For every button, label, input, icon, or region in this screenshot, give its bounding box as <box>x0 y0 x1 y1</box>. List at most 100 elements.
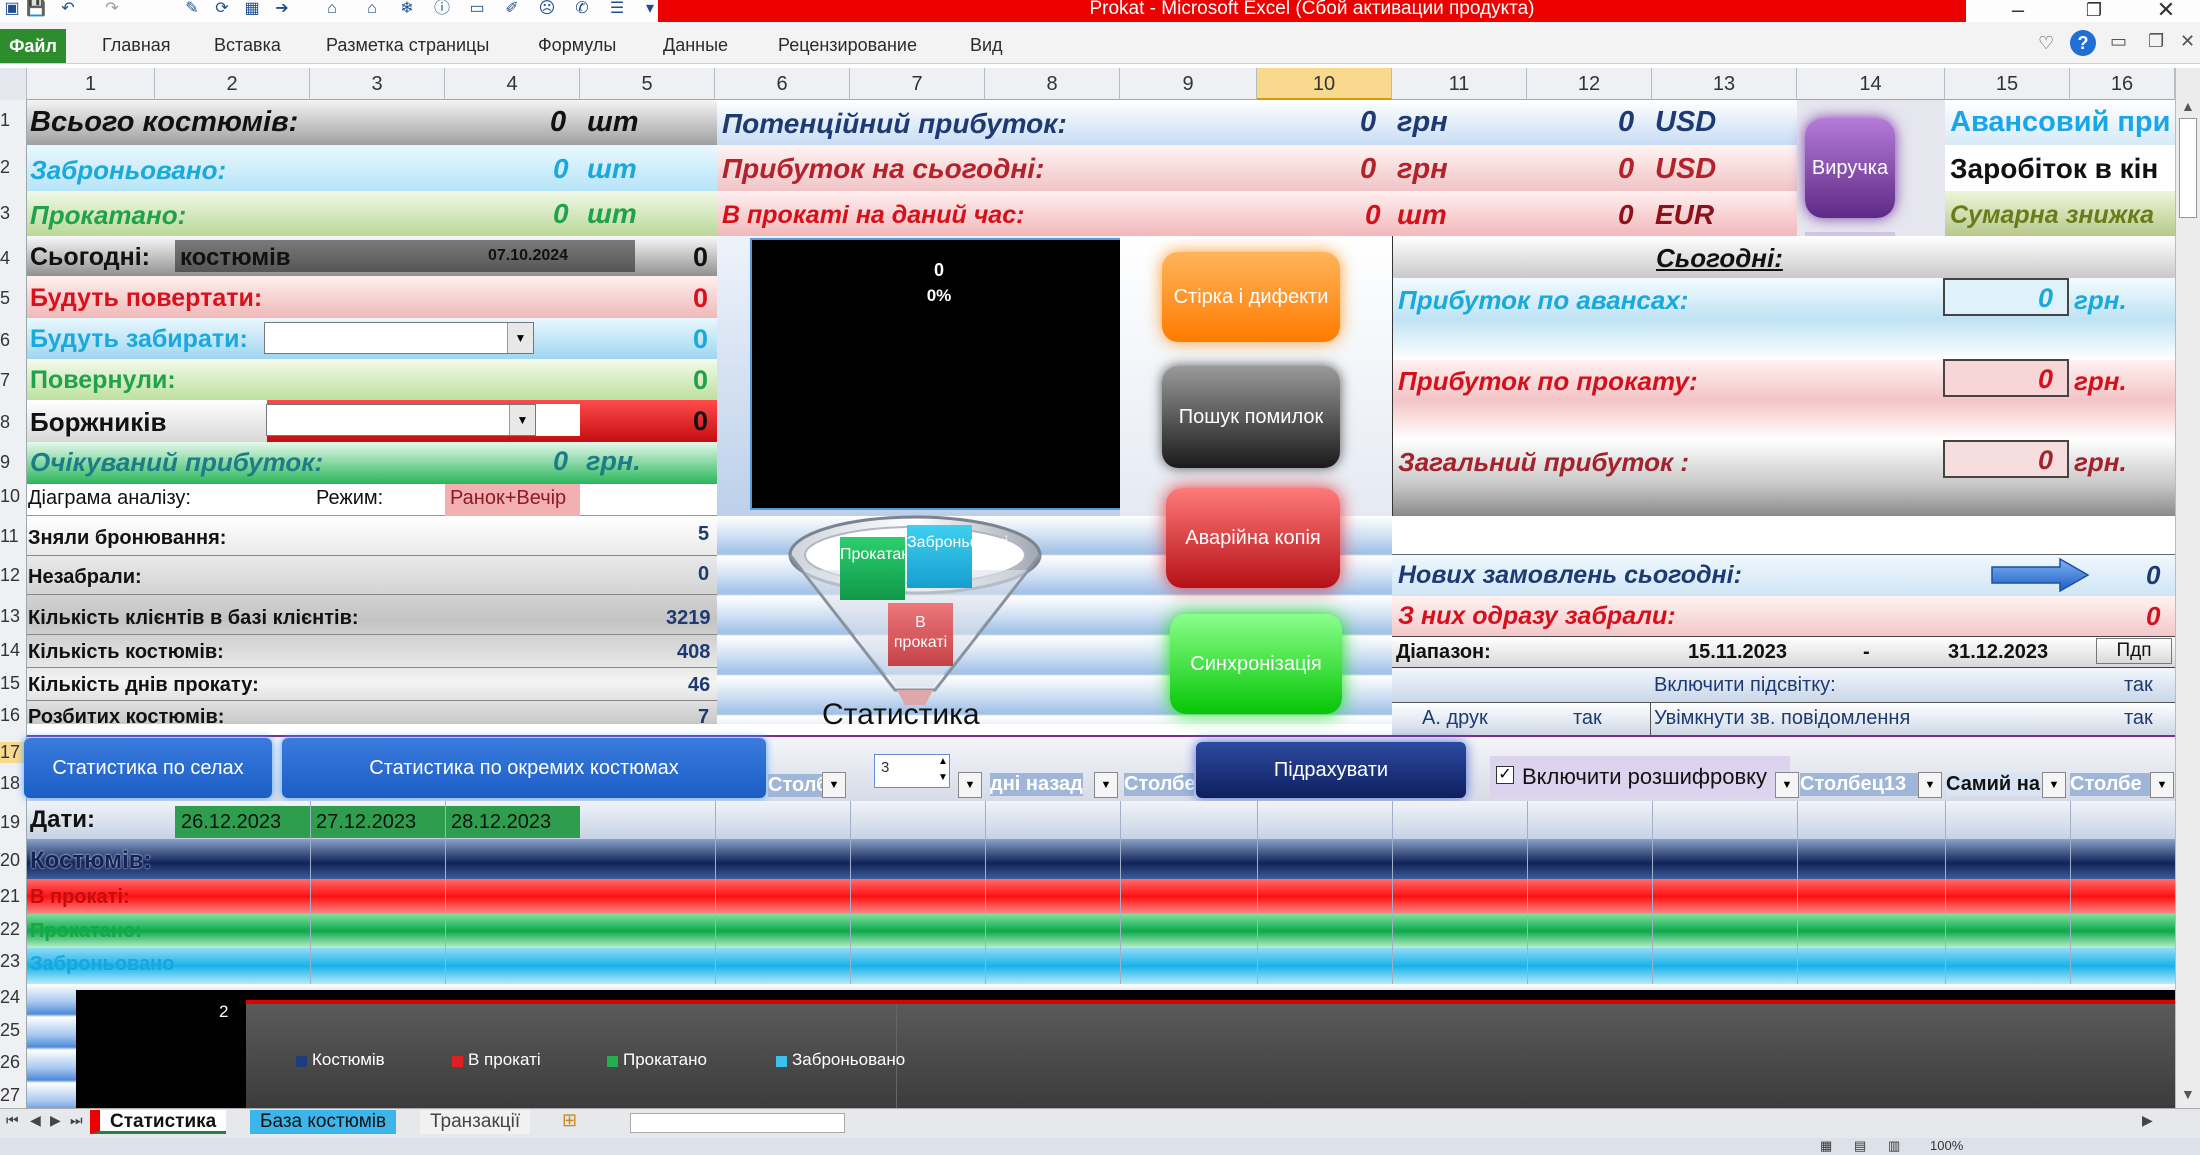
row-18[interactable]: 18 <box>0 773 27 794</box>
col-2[interactable]: 2 <box>155 68 310 100</box>
ribbon-restore-icon[interactable]: ❐ <box>2148 31 2164 52</box>
col-4[interactable]: 4 <box>445 68 580 100</box>
vertical-scroll-thumb[interactable] <box>2179 118 2197 218</box>
filter-chevron-down-icon[interactable]: ▼ <box>1775 772 1799 798</box>
col-10[interactable]: 10 <box>1257 68 1392 100</box>
row-22[interactable]: 22 <box>0 919 27 940</box>
row-10[interactable]: 10 <box>0 486 27 507</box>
heart-icon[interactable]: ♡ <box>2038 33 2054 54</box>
normal-view-icon[interactable]: ▦ <box>1820 1138 1832 1154</box>
tab-home[interactable]: Главная <box>102 35 171 56</box>
col-14[interactable]: 14 <box>1797 68 1945 100</box>
row-13[interactable]: 13 <box>0 606 27 627</box>
insert-sheet-icon[interactable]: ⊞ <box>562 1110 577 1131</box>
row-17[interactable]: 17 <box>0 742 27 763</box>
help-icon[interactable]: ? <box>2070 30 2096 56</box>
list-icon[interactable]: ☰ <box>605 0 629 20</box>
layers-icon[interactable]: ▦ <box>240 0 264 20</box>
date-cell[interactable]: 27.12.2023 <box>310 806 445 838</box>
tab-data[interactable]: Данные <box>663 35 728 56</box>
home-icon[interactable]: ⌂ <box>360 0 384 20</box>
horizontal-scrollbar[interactable] <box>630 1113 845 1133</box>
row-12[interactable]: 12 <box>0 565 27 586</box>
emergency-backup-button[interactable]: Аварійна копія <box>1166 488 1340 588</box>
first-sheet-icon[interactable]: ⏮ <box>6 1112 19 1129</box>
col-8[interactable]: 8 <box>985 68 1120 100</box>
row-16[interactable]: 16 <box>0 705 27 726</box>
row-27[interactable]: 27 <box>0 1085 27 1106</box>
page-layout-icon[interactable]: ▤ <box>1854 1138 1866 1154</box>
row-20[interactable]: 20 <box>0 850 27 871</box>
filter-chevron-down-icon[interactable]: ▼ <box>958 772 982 798</box>
row-9[interactable]: 9 <box>0 452 27 473</box>
range-from[interactable]: 15.11.2023 <box>1688 641 1787 664</box>
stats-by-costume-button[interactable]: Статистика по окремих костюмах <box>282 738 766 798</box>
sheet-tab-transactions[interactable]: Транзакції <box>420 1110 531 1134</box>
revenue-button[interactable]: Виручка <box>1805 118 1895 218</box>
filter-chevron-down-icon[interactable]: ▼ <box>2042 772 2066 798</box>
row-8[interactable]: 8 <box>0 412 27 433</box>
sound-notify-value[interactable]: так <box>2124 707 2153 730</box>
row-5[interactable]: 5 <box>0 288 27 309</box>
undo-icon[interactable]: ↶ <box>56 0 80 20</box>
wash-defects-button[interactable]: Стірка і дифекти <box>1162 252 1340 342</box>
next-sheet-icon[interactable]: ▶ <box>50 1112 61 1129</box>
row-14[interactable]: 14 <box>0 640 27 661</box>
pen-icon[interactable]: ✐ <box>500 0 524 20</box>
file-tab[interactable]: Файл <box>0 29 66 63</box>
stats-by-village-button[interactable]: Статистика по селах <box>24 738 272 798</box>
calculate-button[interactable]: Підрахувати <box>1196 742 1466 798</box>
scroll-right-icon[interactable]: ▶ <box>2142 1112 2153 1129</box>
tab-review[interactable]: Рецензирование <box>778 35 917 56</box>
tab-insert[interactable]: Вставка <box>214 35 281 56</box>
row-2[interactable]: 2 <box>0 157 27 178</box>
col-11[interactable]: 11 <box>1392 68 1527 100</box>
pickup-dropdown[interactable]: ▼ <box>264 322 534 354</box>
col-6[interactable]: 6 <box>715 68 850 100</box>
save-icon[interactable]: 💾 <box>24 0 48 20</box>
row-26[interactable]: 26 <box>0 1052 27 1073</box>
filter-chevron-down-icon[interactable]: ▼ <box>2150 772 2174 798</box>
chevron-down-icon[interactable]: ▼ <box>507 323 533 353</box>
row-24[interactable]: 24 <box>0 987 27 1008</box>
col-12[interactable]: 12 <box>1527 68 1652 100</box>
date-cell[interactable]: 28.12.2023 <box>445 806 580 838</box>
row-3[interactable]: 3 <box>0 203 27 224</box>
refresh-icon[interactable]: ⟳ <box>210 0 234 20</box>
filter-chevron-down-icon[interactable]: ▼ <box>1094 772 1118 798</box>
col-16[interactable]: 16 <box>2070 68 2175 100</box>
filter-chevron-down-icon[interactable]: ▼ <box>822 772 846 798</box>
scroll-up-icon[interactable]: ▲ <box>2181 98 2195 114</box>
vertical-scrollbar[interactable]: ▲ ▼ <box>2175 68 2200 1108</box>
minimize-icon[interactable]: – <box>1998 0 2038 23</box>
filter-chevron-down-icon[interactable]: ▼ <box>1918 772 1942 798</box>
col-1[interactable]: 1 <box>27 68 155 100</box>
row-11[interactable]: 11 <box>0 526 27 547</box>
col-9[interactable]: 9 <box>1120 68 1257 100</box>
find-errors-button[interactable]: Пошук помилок <box>1162 366 1340 468</box>
backlight-value[interactable]: так <box>2124 674 2153 697</box>
brush-icon[interactable]: ✎ <box>180 0 204 20</box>
col-15[interactable]: 15 <box>1945 68 2070 100</box>
row-19[interactable]: 19 <box>0 812 27 833</box>
row-4[interactable]: 4 <box>0 248 27 269</box>
prev-sheet-icon[interactable]: ◀ <box>30 1112 41 1129</box>
sheet-tab-statistics[interactable]: Статистика <box>90 1110 227 1134</box>
row-23[interactable]: 23 <box>0 951 27 972</box>
spinner-down-icon[interactable]: ▼ <box>938 772 948 783</box>
zoom-level[interactable]: 100% <box>1930 1138 1963 1153</box>
restore-icon[interactable]: ❐ <box>2074 0 2114 21</box>
bottom-chart[interactable]: 2 Костюмів В прокаті Прокатано Заброньов… <box>76 990 2175 1108</box>
debtors-dropdown[interactable]: ▼ <box>266 404 536 436</box>
spinner-up-icon[interactable]: ▲ <box>938 756 948 767</box>
row-21[interactable]: 21 <box>0 886 27 907</box>
chevron-down-icon[interactable]: ▼ <box>509 405 535 435</box>
auto-print-value[interactable]: так <box>1573 707 1602 730</box>
col-3[interactable]: 3 <box>310 68 445 100</box>
phone-icon[interactable]: ✆ <box>570 0 594 20</box>
page-break-icon[interactable]: ▥ <box>1888 1138 1900 1154</box>
info-icon[interactable]: ⓘ <box>430 0 454 20</box>
sheet-tab-costumes-db[interactable]: База костюмів <box>250 1110 397 1134</box>
row-25[interactable]: 25 <box>0 1020 27 1041</box>
face-icon[interactable]: ☹ <box>535 0 559 20</box>
